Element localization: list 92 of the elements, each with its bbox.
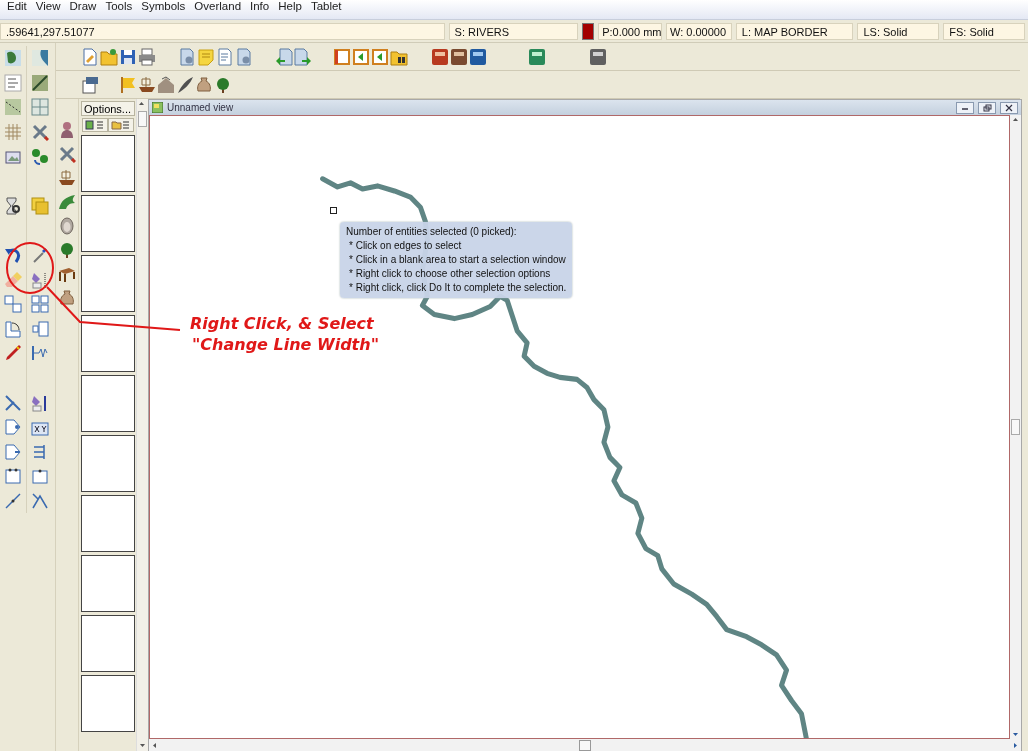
tooltip-text: * Click on edges to select bbox=[348, 239, 463, 253]
dragon-icon[interactable] bbox=[58, 193, 76, 211]
folder-list-icon bbox=[110, 120, 131, 130]
scrollbar-thumb[interactable] bbox=[579, 739, 591, 751]
eraser-icon[interactable] bbox=[4, 270, 22, 289]
symbol-slot[interactable] bbox=[80, 675, 135, 732]
color-swatch[interactable] bbox=[582, 22, 595, 40]
tooltip-text: * Right click to choose other selection options bbox=[348, 267, 552, 281]
sack-icon[interactable] bbox=[195, 75, 213, 94]
symbol-slot[interactable] bbox=[80, 375, 135, 432]
tooltip-text: * Click in a blank area to start a selection window bbox=[348, 253, 567, 267]
map-icon[interactable] bbox=[4, 49, 22, 68]
open-symbol-button[interactable] bbox=[107, 118, 134, 132]
menu-item[interactable]: Tablet bbox=[310, 0, 342, 12]
symbol-slot[interactable] bbox=[80, 435, 135, 492]
scroll-left-icon[interactable] bbox=[151, 740, 159, 750]
view-title: Unnamed view bbox=[167, 102, 234, 113]
card-icon[interactable] bbox=[431, 47, 449, 66]
pencil-icon[interactable] bbox=[4, 344, 22, 363]
coastline-icon[interactable] bbox=[31, 49, 49, 68]
ship-icon[interactable] bbox=[138, 75, 156, 94]
tooltip-text: Number of entities selected (0 picked): bbox=[346, 225, 518, 239]
four-squares-icon[interactable] bbox=[31, 295, 49, 314]
layer-field[interactable]: L: MAP BORDER bbox=[735, 22, 854, 40]
annotation-text: "Change Line Width" bbox=[191, 334, 379, 355]
sheet-field[interactable]: S: RIVERS bbox=[448, 22, 579, 40]
document-arrow-left-icon[interactable] bbox=[275, 47, 293, 66]
flag-icon[interactable] bbox=[119, 75, 137, 94]
tools-icon[interactable] bbox=[58, 145, 76, 163]
menu-item[interactable]: View bbox=[35, 0, 61, 12]
symbol-slot[interactable] bbox=[80, 315, 135, 372]
feather-icon[interactable] bbox=[176, 75, 194, 94]
card-icon[interactable] bbox=[589, 47, 607, 66]
new-symbol-button[interactable] bbox=[81, 118, 108, 132]
crossing-lines-icon[interactable] bbox=[31, 492, 49, 510]
width-field[interactable]: W: 0.00000 bbox=[666, 22, 732, 40]
symbol-slot[interactable] bbox=[80, 195, 135, 252]
house-icon[interactable] bbox=[157, 75, 175, 94]
pen-field[interactable]: P:0.000 mm bbox=[598, 22, 662, 40]
close-button[interactable] bbox=[1000, 101, 1018, 114]
menu-item[interactable]: Edit bbox=[7, 0, 27, 12]
symbol-slot[interactable] bbox=[80, 615, 135, 672]
menu-item[interactable]: Symbols bbox=[141, 0, 186, 12]
tools-icon[interactable] bbox=[31, 123, 49, 142]
coordinates-field: .59641,297.51077 bbox=[0, 22, 445, 40]
creature-icon[interactable] bbox=[58, 121, 76, 139]
document-list-icon bbox=[84, 120, 105, 130]
symbol-slot[interactable] bbox=[80, 555, 135, 612]
restore-button[interactable] bbox=[978, 101, 996, 114]
delete-node-icon[interactable] bbox=[4, 442, 22, 461]
card-icon[interactable] bbox=[450, 47, 468, 66]
highlight-circle bbox=[6, 242, 54, 294]
restore-icon bbox=[982, 103, 992, 112]
table-icon[interactable] bbox=[58, 265, 76, 283]
annotation-text: Right Click, & Select bbox=[190, 313, 375, 334]
close-icon bbox=[1005, 103, 1013, 112]
scrollbar-thumb[interactable] bbox=[138, 111, 147, 127]
line-segment-icon[interactable] bbox=[4, 492, 22, 510]
menu-item[interactable]: Tools bbox=[105, 0, 133, 12]
map-icon bbox=[152, 102, 163, 113]
scroll-right-icon[interactable] bbox=[1011, 740, 1019, 750]
tree-icon[interactable] bbox=[214, 75, 232, 94]
printer-icon[interactable] bbox=[138, 47, 156, 66]
document-arrow-right-icon[interactable] bbox=[294, 47, 312, 66]
symbol-slot[interactable] bbox=[80, 495, 135, 552]
ship-icon[interactable] bbox=[58, 169, 76, 187]
document-icon[interactable] bbox=[81, 47, 99, 66]
head-icon[interactable] bbox=[58, 217, 76, 235]
folder-icon[interactable] bbox=[100, 47, 118, 66]
line-style-field[interactable]: LS: Solid bbox=[857, 22, 940, 40]
symbol-slot[interactable] bbox=[80, 135, 135, 192]
minimize-button[interactable] bbox=[956, 101, 974, 114]
insert-node-icon[interactable] bbox=[4, 418, 22, 437]
menu-item[interactable]: Draw bbox=[69, 0, 97, 12]
sack-icon[interactable] bbox=[58, 289, 76, 307]
open-box-icon[interactable] bbox=[4, 467, 22, 486]
diagonal-line-icon[interactable] bbox=[31, 73, 49, 92]
menu-item[interactable]: Help bbox=[278, 0, 302, 12]
trees-icon[interactable] bbox=[31, 147, 49, 166]
menu-item[interactable]: Info bbox=[250, 0, 270, 12]
options-button[interactable]: Options... bbox=[80, 101, 135, 116]
menu-item[interactable]: Overland bbox=[194, 0, 242, 12]
fill-style-field[interactable]: FS: Solid bbox=[943, 22, 1025, 40]
symbol-slot[interactable] bbox=[80, 255, 135, 312]
tooltip-text: * Right click, click Do It to complete the selection. bbox=[348, 281, 567, 295]
card-icon[interactable] bbox=[528, 47, 546, 66]
scrollbar-thumb[interactable] bbox=[1011, 419, 1020, 435]
tree-icon[interactable] bbox=[58, 241, 76, 259]
break-line-icon[interactable] bbox=[31, 344, 49, 363]
undo-icon[interactable] bbox=[4, 246, 22, 265]
card-icon[interactable] bbox=[469, 47, 487, 66]
selection-handle bbox=[330, 207, 337, 214]
